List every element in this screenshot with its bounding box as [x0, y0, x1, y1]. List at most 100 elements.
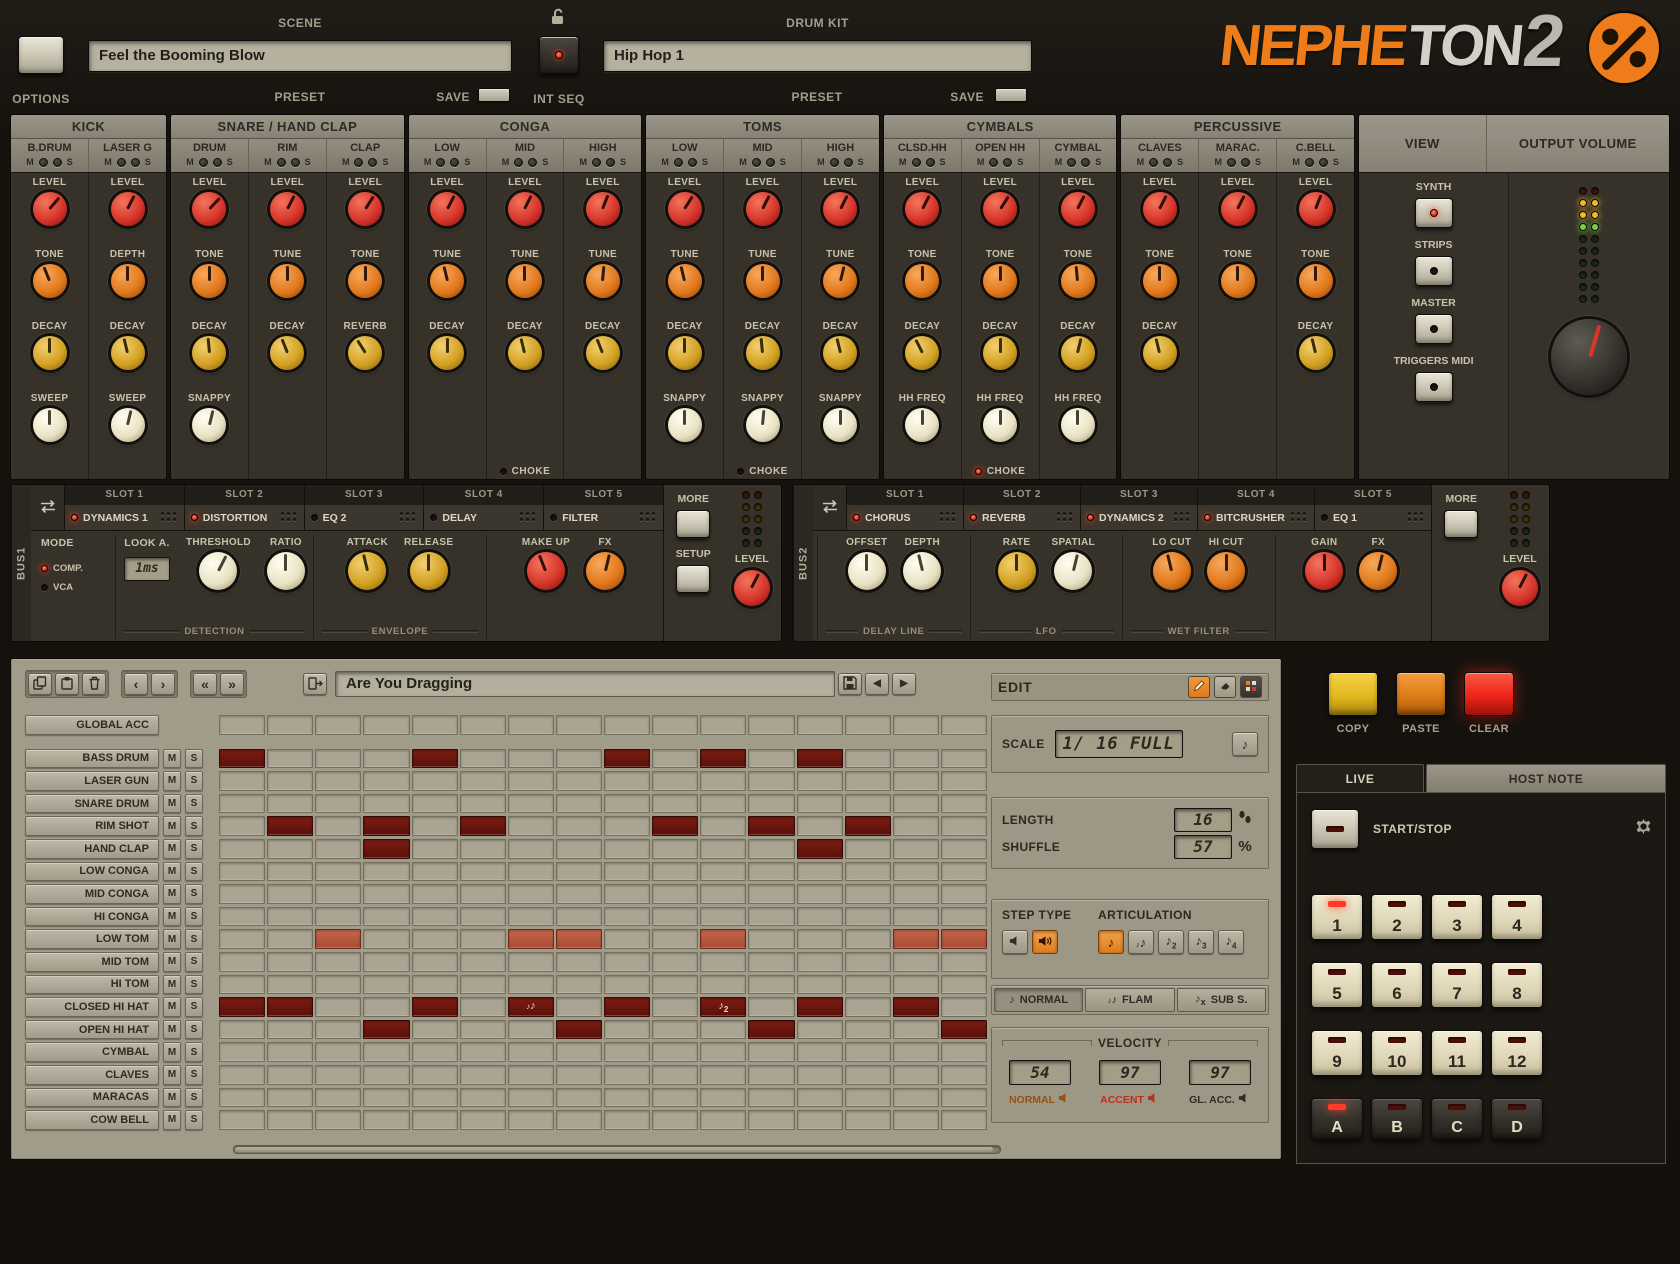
pad-11[interactable]: 11 — [1431, 1030, 1483, 1076]
step-15[interactable] — [893, 862, 939, 882]
step-14[interactable] — [845, 1042, 891, 1062]
slot-drag-handle[interactable] — [1057, 512, 1074, 523]
row-label-hi-conga[interactable]: HI CONGA — [25, 907, 159, 927]
row-mute-button[interactable]: M — [163, 975, 181, 995]
step-15[interactable] — [893, 997, 939, 1017]
step-4[interactable] — [363, 1065, 409, 1085]
offset-knob[interactable] — [848, 552, 886, 590]
level-knob[interactable] — [586, 192, 620, 226]
row-label-rim-shot[interactable]: RIM SHOT — [25, 816, 159, 836]
step-2[interactable] — [267, 884, 313, 904]
row-label-open-hi-hat[interactable]: OPEN HI HAT — [25, 1020, 159, 1040]
step-16[interactable] — [941, 1065, 987, 1085]
row-label-snare-drum[interactable]: SNARE DRUM — [25, 794, 159, 814]
step-13[interactable] — [797, 1042, 843, 1062]
shuffle-display[interactable]: 57 — [1174, 835, 1232, 859]
step-4[interactable] — [363, 997, 409, 1017]
step-9[interactable] — [604, 1110, 650, 1130]
slot-power-led[interactable] — [1321, 514, 1328, 521]
row-solo-button[interactable]: S — [185, 816, 203, 836]
solo-button[interactable] — [1319, 158, 1328, 167]
step-9[interactable] — [604, 1065, 650, 1085]
step-6[interactable] — [460, 1065, 506, 1085]
step-10[interactable] — [652, 771, 698, 791]
solo-button[interactable] — [844, 158, 853, 167]
step-6[interactable] — [460, 952, 506, 972]
step-13[interactable] — [797, 1088, 843, 1108]
scale-display[interactable]: 1/ 16 FULL — [1055, 730, 1183, 758]
step-10[interactable] — [652, 929, 698, 949]
step-14[interactable] — [845, 952, 891, 972]
step-12[interactable] — [748, 907, 794, 927]
step-2[interactable] — [267, 952, 313, 972]
step-14[interactable] — [845, 862, 891, 882]
step-1[interactable] — [219, 952, 265, 972]
step-10[interactable] — [652, 997, 698, 1017]
solo-button[interactable] — [53, 158, 62, 167]
step-9[interactable] — [604, 862, 650, 882]
step-15[interactable] — [893, 929, 939, 949]
step-3[interactable] — [315, 997, 361, 1017]
step-1[interactable] — [219, 884, 265, 904]
step-10[interactable] — [652, 975, 698, 995]
release-knob[interactable] — [410, 552, 448, 590]
lo-cut-knob[interactable] — [1153, 552, 1191, 590]
slot-drag-handle[interactable] — [640, 512, 657, 523]
options-button[interactable] — [18, 36, 64, 74]
slot-drag-handle[interactable] — [161, 512, 178, 523]
step-7[interactable] — [508, 816, 554, 836]
mute-button[interactable] — [199, 158, 208, 167]
level-knob[interactable] — [33, 192, 67, 226]
step-9[interactable] — [604, 975, 650, 995]
step-7[interactable] — [508, 1065, 554, 1085]
save-pattern-button[interactable] — [838, 673, 862, 695]
step-15[interactable] — [893, 1020, 939, 1040]
step-13[interactable] — [797, 839, 843, 859]
level-knob[interactable] — [1502, 570, 1538, 606]
step-4[interactable] — [363, 1020, 409, 1040]
tune-knob[interactable] — [586, 264, 620, 298]
step-12[interactable] — [748, 1065, 794, 1085]
row-solo-button[interactable]: S — [185, 997, 203, 1017]
speaker-soft-button[interactable] — [1002, 930, 1028, 954]
level-knob[interactable] — [668, 192, 702, 226]
slot-power-led[interactable] — [191, 514, 198, 521]
decay-knob[interactable] — [823, 336, 857, 370]
step-15[interactable] — [893, 884, 939, 904]
step-7[interactable] — [508, 771, 554, 791]
fx-slot-5[interactable]: SLOT 5FILTER — [544, 485, 663, 530]
step-6[interactable] — [460, 1020, 506, 1040]
step-8[interactable] — [556, 952, 602, 972]
step-13[interactable] — [797, 794, 843, 814]
step-5[interactable] — [412, 952, 458, 972]
step-11[interactable] — [700, 1088, 746, 1108]
step-11[interactable]: ♪2 — [700, 997, 746, 1017]
step-7[interactable] — [508, 715, 554, 735]
level-knob[interactable] — [905, 192, 939, 226]
step-6[interactable] — [460, 929, 506, 949]
mute-button[interactable] — [830, 158, 839, 167]
row-label-hi-tom[interactable]: HI TOM — [25, 975, 159, 995]
step-8[interactable] — [556, 975, 602, 995]
step-9[interactable] — [604, 816, 650, 836]
row-label-low-conga[interactable]: LOW CONGA — [25, 862, 159, 882]
step-16[interactable] — [941, 816, 987, 836]
step-16[interactable] — [941, 1042, 987, 1062]
slot-power-led[interactable] — [970, 514, 977, 521]
step-3[interactable] — [315, 1065, 361, 1085]
step-10[interactable] — [652, 839, 698, 859]
step-15[interactable] — [893, 749, 939, 769]
solo-button[interactable] — [1163, 158, 1172, 167]
tone-knob[interactable] — [1299, 264, 1333, 298]
pad-2[interactable]: 2 — [1371, 894, 1423, 940]
step-14[interactable] — [845, 794, 891, 814]
row-label-low-tom[interactable]: LOW TOM — [25, 929, 159, 949]
mute-button[interactable] — [1305, 158, 1314, 167]
step-12[interactable] — [748, 975, 794, 995]
fx-slot-4[interactable]: SLOT 4BITCRUSHER — [1198, 485, 1315, 530]
step-14[interactable] — [845, 839, 891, 859]
step-5[interactable] — [412, 839, 458, 859]
note-mode-normal-button[interactable]: ♪NORMAL — [994, 988, 1083, 1012]
step-10[interactable] — [652, 1088, 698, 1108]
decay-knob[interactable] — [111, 336, 145, 370]
